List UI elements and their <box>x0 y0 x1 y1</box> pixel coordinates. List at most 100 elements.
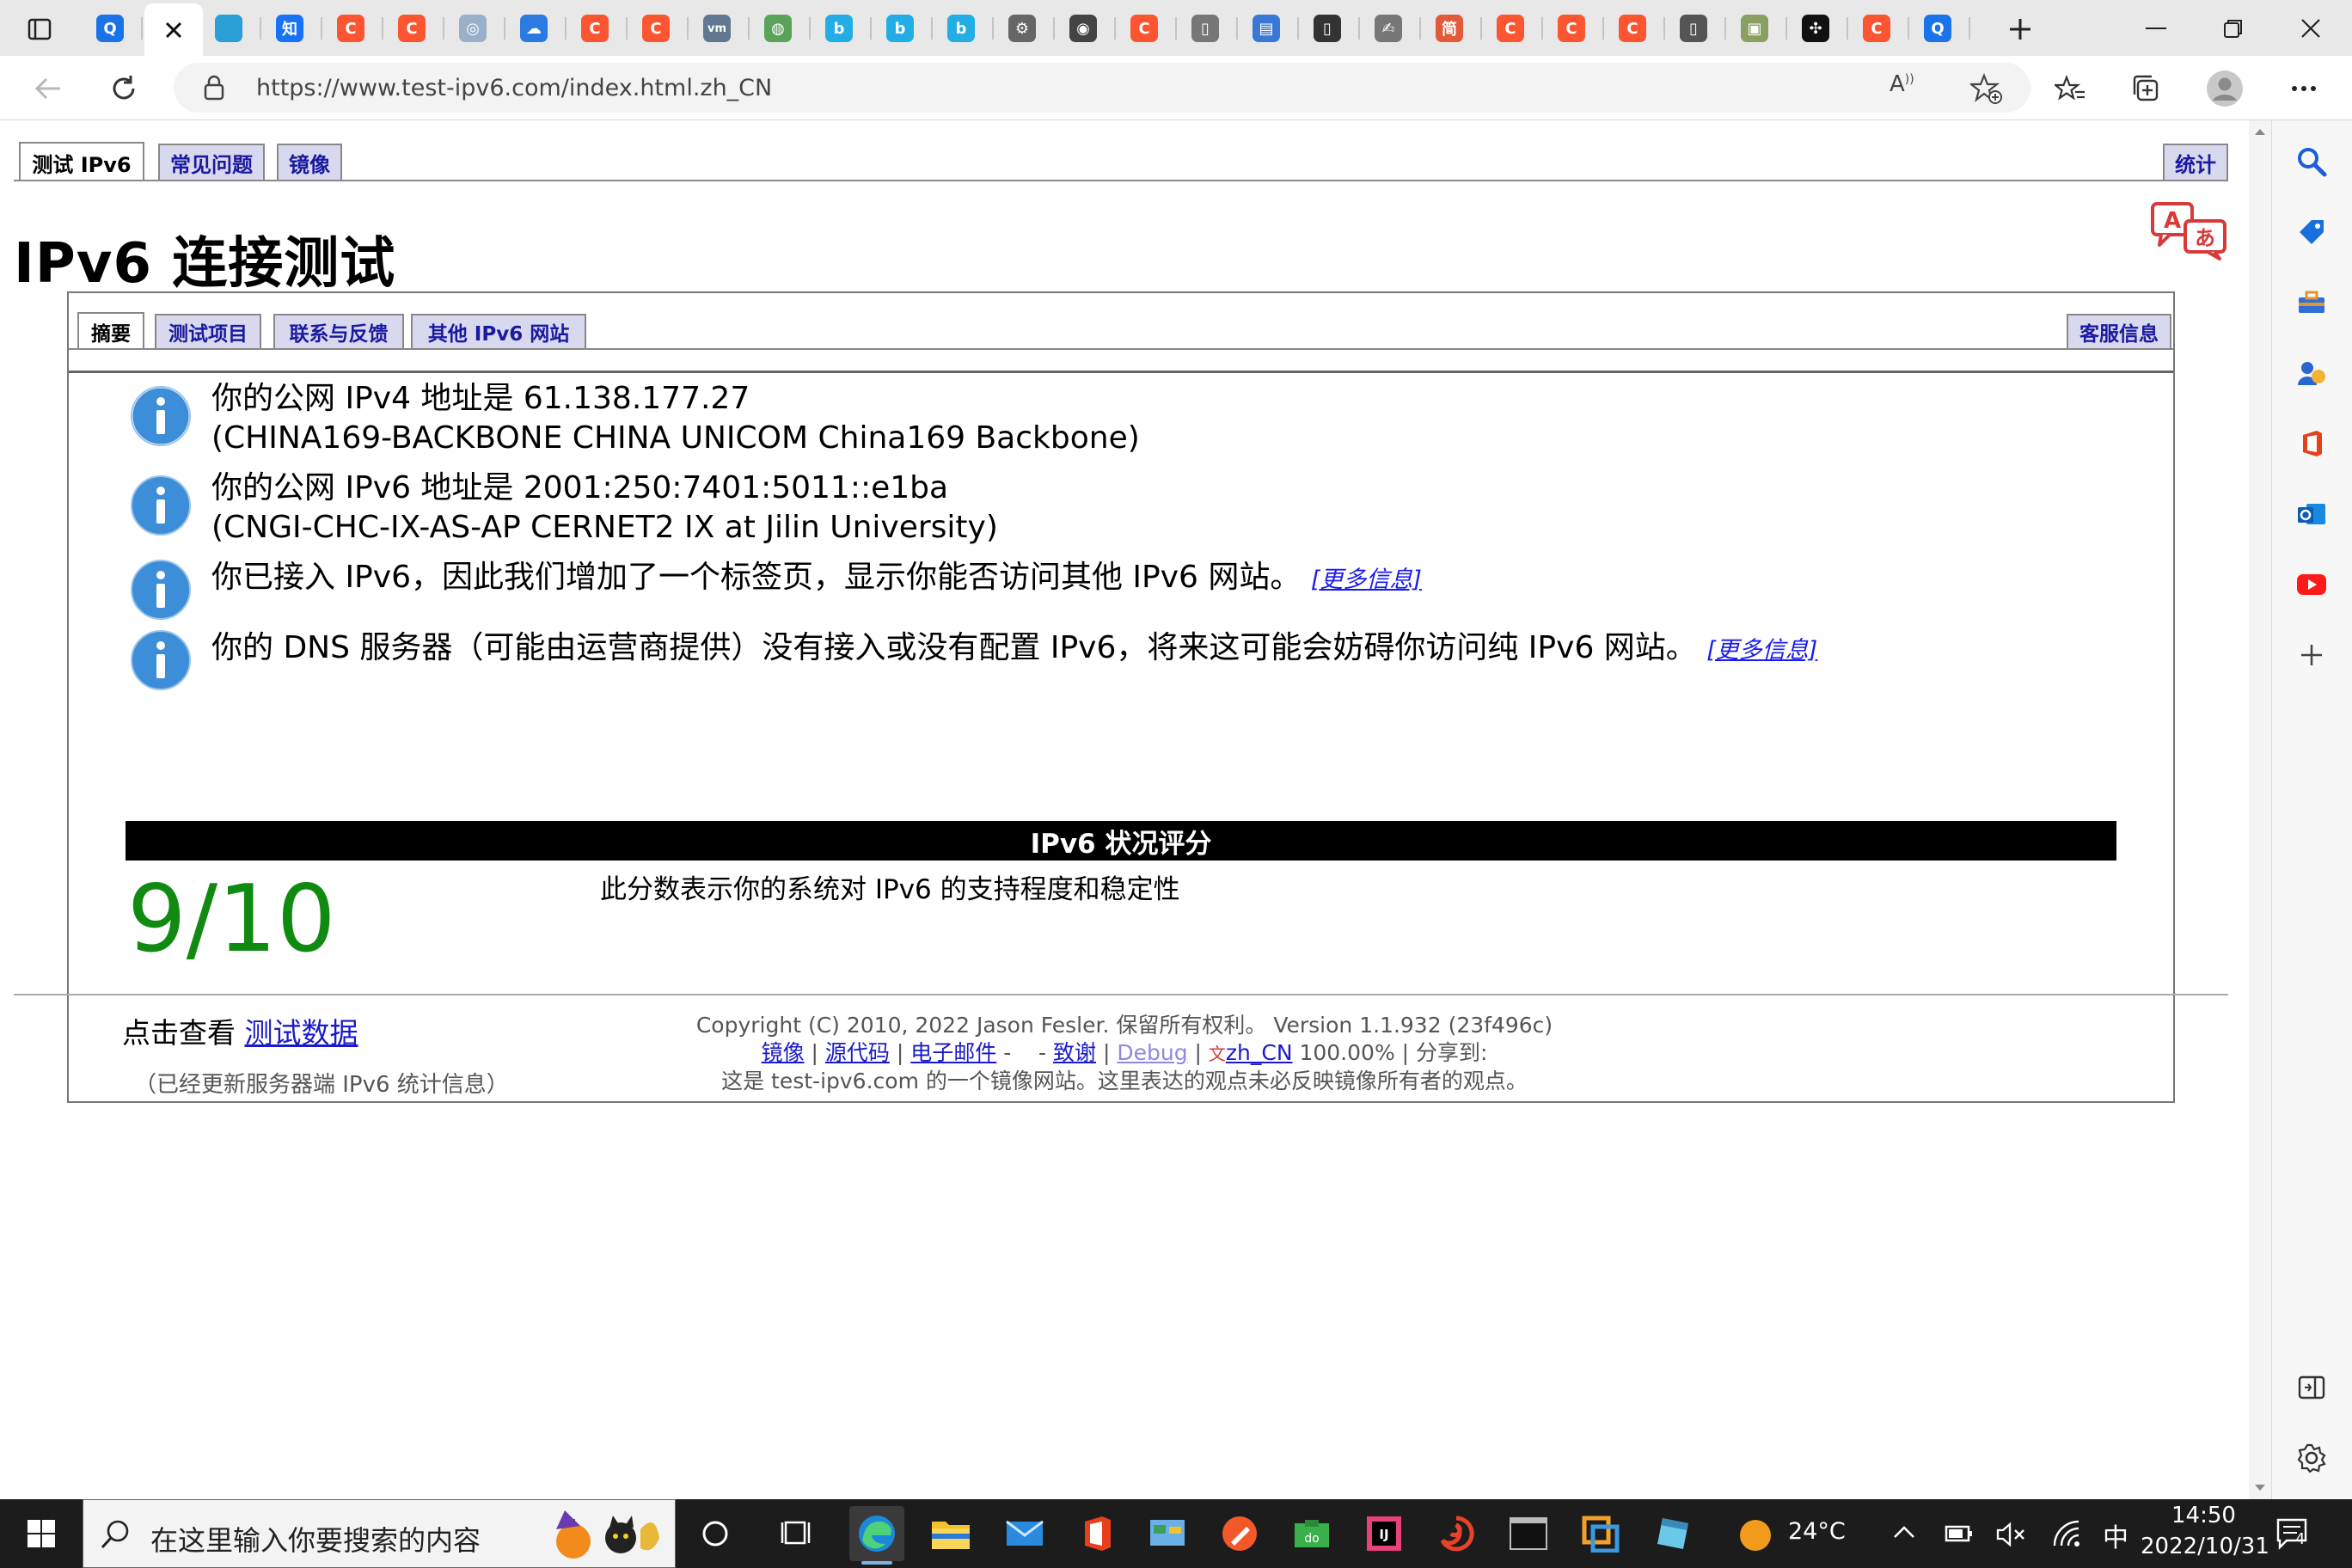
task-view-button[interactable] <box>769 1506 824 1561</box>
collections-button[interactable] <box>2122 64 2170 113</box>
browser-tab-csdn[interactable]: C <box>1118 9 1170 48</box>
subtab-tests[interactable]: 测试项目 <box>155 314 261 348</box>
sidebar-tools-button[interactable] <box>2291 282 2332 323</box>
ime-indicator[interactable]: 中 <box>2103 1516 2128 1554</box>
taskbar-mail[interactable] <box>997 1506 1052 1561</box>
tab-faq[interactable]: 常见问题 <box>158 144 265 180</box>
favorites-button[interactable] <box>2046 64 2094 113</box>
browser-tab-bilibili[interactable]: b <box>935 9 987 48</box>
taskbar-devtools[interactable]: do <box>1284 1506 1339 1561</box>
sidebar-settings-button[interactable] <box>2291 1437 2332 1479</box>
browser-tab-cloud[interactable]: ☁ <box>508 9 560 48</box>
weather-sun-icon[interactable] <box>1738 1518 1773 1553</box>
back-button[interactable] <box>24 64 72 113</box>
tab-actions-button[interactable] <box>21 14 58 45</box>
browser-tab-csdn[interactable]: C <box>1607 9 1658 48</box>
browser-tab-csdn[interactable]: C <box>1851 9 1902 48</box>
taskbar-search-box[interactable]: 在这里输入你要搜索的内容 <box>83 1499 676 1568</box>
browser-tab-green-circle[interactable]: ◍ <box>752 9 804 48</box>
chevron-up-icon[interactable] <box>1893 1525 1915 1539</box>
tab-mirrors[interactable]: 镜像 <box>277 144 342 180</box>
browser-tab-document[interactable]: ▯ <box>1668 9 1719 48</box>
more-info-link[interactable]: [更多信息] <box>1311 567 1422 593</box>
taskbar-notepad-app[interactable] <box>1645 1506 1700 1561</box>
new-tab-button[interactable] <box>1996 10 2044 48</box>
browser-tab-jian[interactable]: 简 <box>1424 9 1475 48</box>
browser-tab-image[interactable]: ▣ <box>1729 9 1780 48</box>
tab-stats[interactable]: 统计 <box>2163 144 2228 180</box>
taskbar-edge[interactable] <box>849 1506 904 1565</box>
footer-link-mirrors[interactable]: 镜像 <box>762 1040 805 1065</box>
footer-link-locale[interactable]: zh_CN <box>1226 1040 1293 1065</box>
active-tab[interactable] <box>144 3 203 56</box>
browser-tab-signature[interactable]: ✍ <box>1363 9 1414 48</box>
browser-tab-document[interactable]: ▯ <box>1179 9 1231 48</box>
subtab-support-info[interactable]: 客服信息 <box>2067 314 2171 348</box>
browser-tab-csdn[interactable]: C <box>569 9 621 48</box>
sidebar-outlook-button[interactable] <box>2291 493 2332 535</box>
browser-tab-csdn[interactable]: C <box>1546 9 1597 48</box>
url-bar[interactable]: https://www.test-ipv6.com/index.html.zh_… <box>174 63 2030 113</box>
minimize-button[interactable] <box>2111 0 2201 56</box>
browser-tab-zhihu[interactable]: 知 <box>264 9 315 48</box>
clock-time[interactable]: 14:50 <box>2171 1503 2236 1528</box>
settings-more-button[interactable] <box>2280 64 2328 113</box>
browser-tab-bilibili[interactable]: b <box>813 9 865 48</box>
clock-date[interactable]: 2022/10/31 <box>2141 1534 2269 1559</box>
taskbar-terminal[interactable] <box>1501 1506 1556 1561</box>
more-info-link[interactable]: [更多信息] <box>1706 637 1817 664</box>
close-window-button[interactable] <box>2269 0 2352 56</box>
battery-icon[interactable] <box>1945 1522 1974 1546</box>
taskbar-intellij[interactable]: IJ <box>1357 1506 1412 1561</box>
browser-tab-chatgpt[interactable]: ◎ <box>447 9 499 48</box>
sidebar-collapse-button[interactable] <box>2291 1367 2332 1408</box>
restore-button[interactable] <box>2189 0 2278 56</box>
browser-tab-csdn[interactable]: C <box>630 9 682 48</box>
sidebar-search-button[interactable] <box>2291 141 2332 182</box>
footer-link-debug[interactable]: Debug <box>1117 1040 1187 1065</box>
taskbar-vmware[interactable] <box>1573 1506 1628 1561</box>
sidebar-shopping-button[interactable] <box>2291 211 2332 253</box>
wifi-icon[interactable] <box>2053 1520 2082 1547</box>
weather-temperature[interactable]: 24°C <box>1788 1518 1846 1545</box>
notification-center-button[interactable]: 4 <box>2275 1516 2309 1551</box>
taskbar-file-explorer[interactable] <box>923 1506 978 1561</box>
subtab-summary[interactable]: 摘要 <box>77 312 144 350</box>
browser-tab-csdn[interactable]: C <box>1485 9 1536 48</box>
tab-test-ipv6[interactable]: 测试 IPv6 <box>19 142 144 181</box>
browser-tab-document-active[interactable]: ▯ <box>1302 9 1353 48</box>
start-button[interactable] <box>0 1499 83 1568</box>
read-aloud-icon[interactable]: A)) <box>1890 71 1924 104</box>
taskbar-control-panel[interactable] <box>1140 1506 1195 1561</box>
sidebar-add-button[interactable] <box>2291 634 2332 676</box>
subtab-other-ipv6-sites[interactable]: 其他 IPv6 网站 <box>411 314 586 348</box>
sidebar-youtube-button[interactable] <box>2291 564 2332 605</box>
browser-tab-blue-doc[interactable]: ▤ <box>1240 9 1292 48</box>
browser-tab-vmware[interactable]: vm <box>691 9 743 48</box>
browser-tab-dots[interactable]: ✣ <box>1790 9 1841 48</box>
taskbar-swirl-app[interactable] <box>1429 1506 1484 1561</box>
page-scrollbar[interactable] <box>2249 120 2271 1499</box>
browser-tab-search[interactable]: Q <box>84 9 136 48</box>
footer-link-thanks[interactable]: 致谢 <box>1053 1040 1096 1065</box>
browser-tab-csdn[interactable]: C <box>386 9 438 48</box>
refresh-button[interactable] <box>100 64 148 113</box>
taskbar-office[interactable] <box>1069 1506 1124 1561</box>
url-text[interactable]: https://www.test-ipv6.com/index.html.zh_… <box>256 75 772 101</box>
footer-link-email[interactable]: 电子邮件 <box>910 1040 996 1065</box>
browser-tab-owl[interactable]: ◉ <box>1057 9 1109 48</box>
translate-icon[interactable]: A あ <box>2151 200 2228 260</box>
volume-muted-icon[interactable] <box>1996 1522 2027 1547</box>
profile-button[interactable] <box>2201 64 2249 113</box>
task-view-cortana-button[interactable] <box>688 1506 743 1561</box>
browser-tab-csdn[interactable]: C <box>325 9 377 48</box>
browser-tab-settings-gear[interactable]: ⚙ <box>996 9 1048 48</box>
taskbar-drawing-app[interactable] <box>1212 1506 1267 1561</box>
browser-tab-edge-logo[interactable] <box>203 9 254 48</box>
add-favorite-icon[interactable] <box>1970 73 2003 104</box>
browser-tab-search[interactable]: Q <box>1912 9 1963 48</box>
subtab-contact[interactable]: 联系与反馈 <box>273 314 404 348</box>
browser-tab-bilibili[interactable]: b <box>874 9 926 48</box>
sidebar-games-button[interactable] <box>2291 352 2332 394</box>
sidebar-office-button[interactable] <box>2291 423 2332 464</box>
